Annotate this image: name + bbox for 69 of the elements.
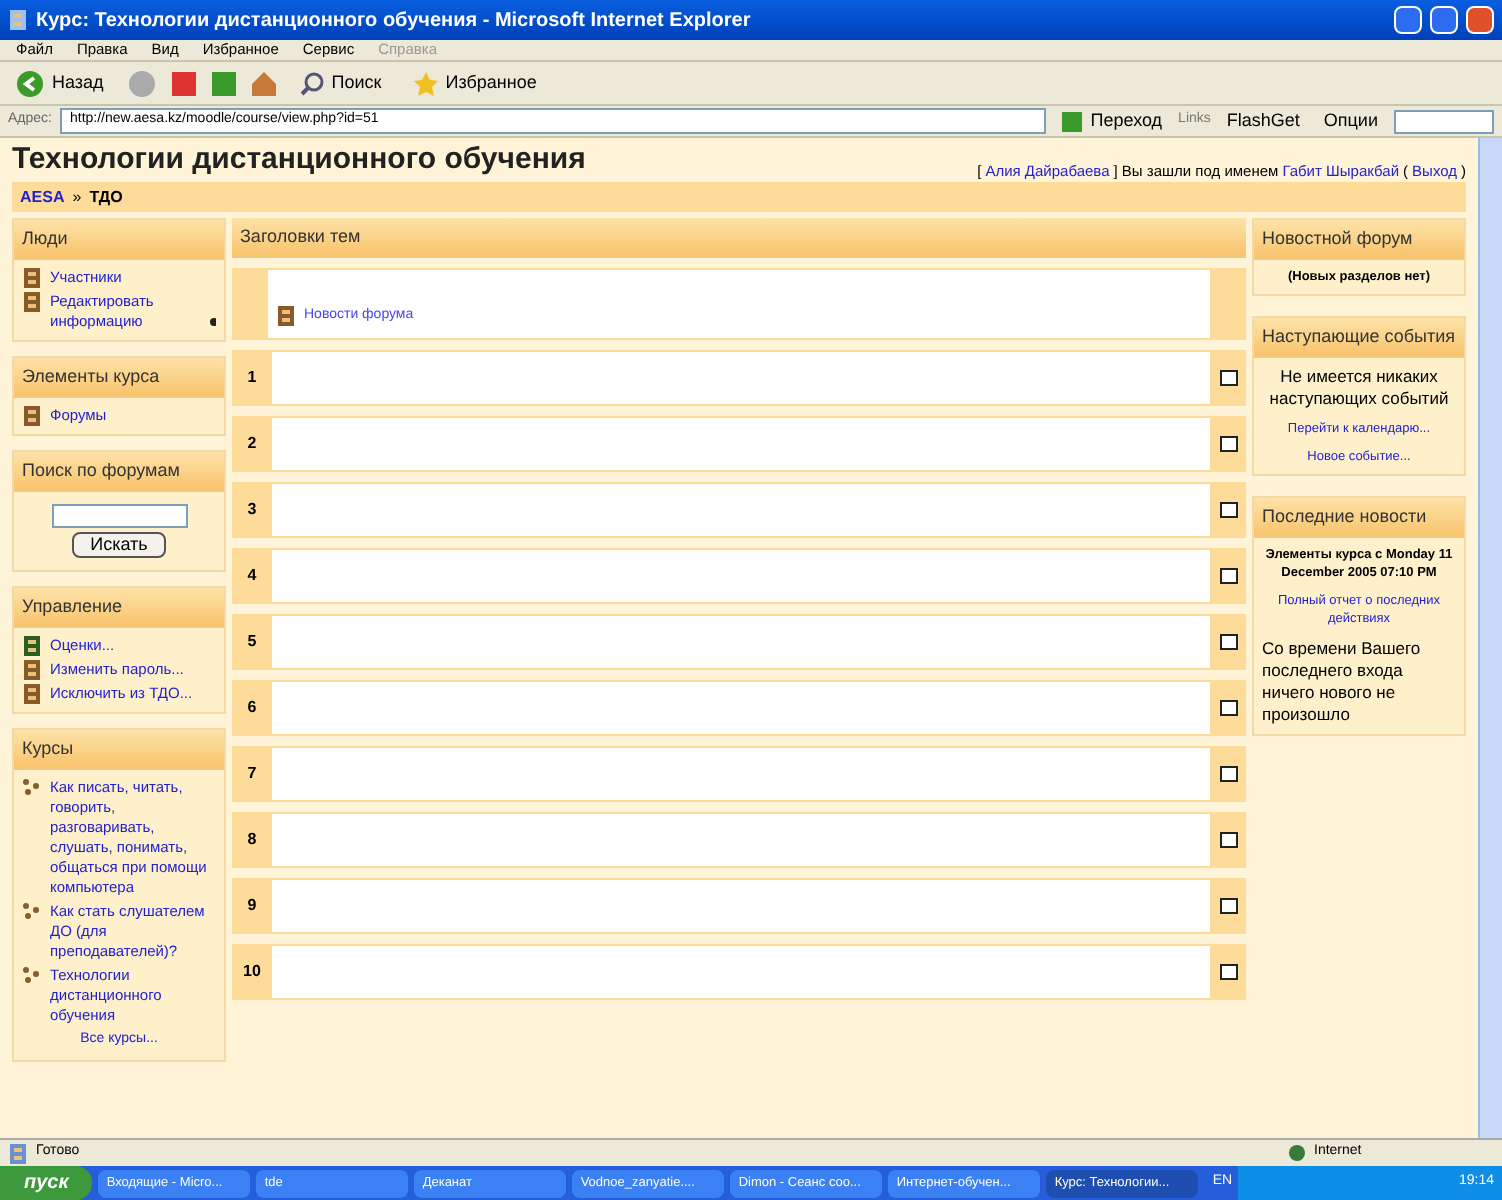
search-icon [299,71,324,95]
square-icon[interactable] [1219,370,1237,386]
forum-icon [276,306,296,326]
scrollbar[interactable] [1478,138,1502,1138]
page-icon [8,10,28,30]
course-icon [22,902,42,920]
block-text: Со времени Вашего последнего входа ничего нового не произошло [1262,638,1423,726]
refresh-icon[interactable] [211,71,236,95]
book-icon [22,268,42,288]
square-icon[interactable] [1219,502,1237,518]
square-icon[interactable] [1219,700,1237,716]
block-header: Заголовки тем [232,218,1246,258]
block-text: Не имеется никаких наступающих событий [1267,366,1451,410]
flashget-button[interactable]: FlashGet [1218,101,1308,141]
course-icon [22,966,42,984]
search-field[interactable] [51,504,187,528]
square-icon[interactable] [1219,436,1237,452]
go-button[interactable]: Переход [1054,101,1171,141]
back-button[interactable]: Назад [8,63,112,103]
section-number: 8 [245,828,259,852]
block-header: Поиск по форумам [14,452,224,492]
book-icon [22,406,42,426]
window-title: Курс: Технологии дистанционного обучения - Microsoft Internet Explorer [36,7,753,35]
help-icon[interactable] [209,318,216,326]
home-icon[interactable] [251,71,276,95]
square-icon[interactable] [1219,832,1237,848]
favorites-button[interactable]: Избранное [405,63,545,103]
book-icon [22,292,42,312]
book-icon [22,684,42,704]
star-icon [413,71,438,95]
search-button[interactable]: Искать [72,532,166,558]
maximize-button[interactable] [1430,6,1458,34]
square-icon[interactable] [1219,766,1237,782]
page-title: Технологии дистанционного обучения [12,139,586,179]
start-button[interactable]: пуск [0,1166,93,1200]
block-header: Курсы [14,730,224,770]
globe-icon [1288,1144,1306,1162]
course-icon [22,778,42,796]
section-number: 5 [245,630,259,654]
close-button[interactable] [1466,6,1494,34]
minimize-button[interactable] [1394,6,1422,34]
section-number: 3 [245,498,259,522]
section-number: 10 [241,960,263,984]
toolbar-search-field[interactable] [1394,109,1494,133]
square-icon[interactable] [1219,568,1237,584]
section-number: 9 [245,894,259,918]
section-number: 2 [245,432,259,456]
options-button[interactable]: Опции [1315,101,1386,141]
square-icon[interactable] [1219,964,1237,980]
block-header: Элементы курса [14,358,224,398]
section-number: 1 [245,366,259,390]
block-header: Управление [14,588,224,628]
block-header: Новостной форум [1254,220,1464,260]
page-icon [8,1143,28,1163]
block-header: Люди [14,220,224,260]
book-icon [22,636,42,656]
section-number: 6 [245,696,259,720]
breadcrumb-item: ТДО [89,185,123,209]
book-icon [22,660,42,680]
breadcrumb-item[interactable]: AESA [20,185,65,209]
block-header: Последние новости [1254,498,1464,538]
square-icon[interactable] [1219,898,1237,914]
square-icon[interactable] [1219,634,1237,650]
block-header: Наступающие события [1254,318,1464,358]
stop-icon[interactable] [171,71,196,95]
search-button[interactable]: Поиск [291,63,390,103]
breadcrumb-separator: » [72,185,82,209]
section-number: 7 [245,762,259,786]
section-number: 4 [245,564,259,588]
